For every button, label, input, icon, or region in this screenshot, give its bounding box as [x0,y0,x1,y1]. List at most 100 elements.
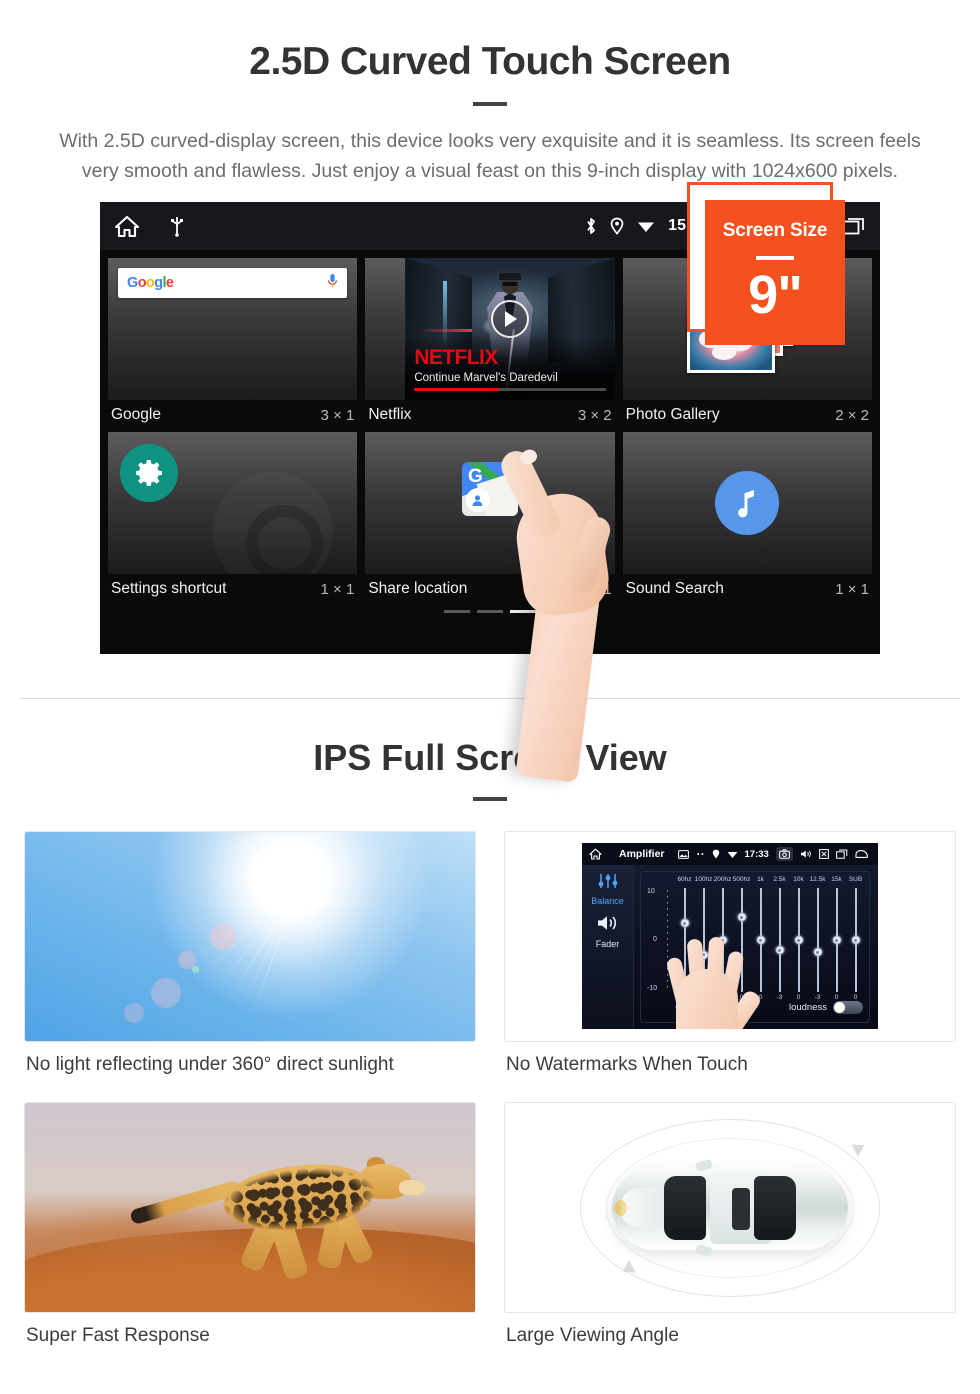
slider-knob[interactable] [832,935,841,945]
screen-size-badge: Screen Size 9" [687,182,845,345]
touching-hand-illustration [660,927,764,1029]
play-icon[interactable] [490,300,529,339]
neon-streak [417,329,473,332]
band-label: 500hz [732,876,751,883]
widget-label-row: Google 3 × 1 [108,400,357,432]
widget-google[interactable]: Google Google 3 × 1 [108,258,358,432]
car-headlight [615,1199,627,1216]
widget-size: 3 × 2 [577,406,612,424]
widget-label: Share location [368,580,468,597]
person-pin-icon [465,488,490,512]
widget-netflix[interactable]: NETFLIX Continue Marvel's Daredevil Netf… [365,258,615,432]
recents-icon[interactable] [842,216,866,236]
back-icon[interactable] [855,849,869,859]
gear-icon[interactable] [120,444,178,502]
home-icon[interactable] [589,848,602,860]
car-windshield [664,1175,706,1240]
card-caption: Large Viewing Angle [506,1325,679,1346]
running-cheetah-photo [24,1102,476,1313]
widget-label: Google [111,406,161,423]
band-slider[interactable] [808,888,827,992]
device-screenshot-wrapper: 15:06 [100,182,880,783]
microphone-icon[interactable] [327,273,338,294]
widget-share-location[interactable]: G Share location 1 × 1 [365,432,615,606]
car-sunroof [732,1187,750,1230]
netflix-widget[interactable]: NETFLIX Continue Marvel's Daredevil [365,258,615,400]
usb-icon[interactable] [170,215,184,237]
home-icon[interactable] [114,214,140,238]
band-slider[interactable] [770,888,789,992]
widget-size: 2 × 2 [835,406,869,424]
sidebar-label-fader: Fader [595,939,620,949]
band-label: 10k [793,876,804,883]
band-label: 60hz [677,876,692,883]
sidebar-item-fader[interactable]: Fader [582,914,633,949]
netflix-progress-bar [414,388,606,391]
widget-label: Netflix [368,406,412,423]
slider-knob[interactable] [813,947,822,957]
band-slider[interactable] [827,888,846,992]
sliders-icon [597,873,619,894]
scale-max: 10 [647,888,655,895]
netflix-subtitle: Continue Marvel's Daredevil [414,372,558,384]
widget-label: Settings shortcut [111,580,227,597]
bluetooth-icon [585,217,597,235]
google-maps-icon[interactable]: G [461,462,518,516]
page-title: 2.5D Curved Touch Screen [249,40,731,83]
card-caption: Super Fast Response [26,1325,210,1346]
band-slider[interactable] [846,888,865,992]
slider-track [816,888,819,992]
band-labels: 60hz 100hz 200hz 500hz 1k 2.5k 10k 12.5k 15k SUB [675,876,865,883]
title-underline [473,102,507,106]
slider-knob[interactable] [775,945,784,955]
widget-settings-shortcut[interactable]: Settings shortcut 1 × 1 [108,432,358,606]
feature-card-response: Super Fast Response [24,1102,476,1361]
section2-title: IPS Full Screen View [313,737,667,778]
slider-knob[interactable] [794,935,803,945]
widget-sound-search[interactable]: Sound Search 1 × 1 [622,432,872,606]
amplifier-title: Amplifier [619,848,665,860]
badge-value: 9" [748,265,803,325]
volume-icon[interactable] [800,849,812,859]
slider-knob[interactable] [737,912,746,922]
sidebar-item-balance[interactable]: Balance [582,873,633,906]
music-note-icon[interactable] [715,471,780,535]
band-label: SUB [848,876,863,883]
blue-sky-sun-photo [24,831,476,1042]
page-dot[interactable] [477,610,503,613]
widget-label-row: Photo Gallery 2 × 2 [623,400,872,432]
page-indicator[interactable] [108,610,872,613]
car-body [612,1158,848,1257]
band-slider[interactable] [751,888,770,992]
amplifier-status-bar: Amplifier 17:33 [582,843,878,865]
feature-card-watermarks: Amplifier 17:33 Balance Fader 60hz 100hz… [504,831,956,1090]
settings-shortcut-widget[interactable] [108,432,358,574]
wifi-icon [637,219,655,234]
band-slider[interactable] [789,888,808,992]
page-dot[interactable] [444,610,470,613]
car-scene [505,1103,955,1312]
gallery-icon[interactable] [677,849,689,859]
slider-knob[interactable] [756,935,765,945]
sound-search-widget[interactable] [622,432,872,574]
widget-size: 1 × 1 [835,580,869,598]
page-dot-active[interactable] [510,610,536,613]
loudness-toggle[interactable] [833,1000,863,1014]
amplifier-equalizer-screenshot: Amplifier 17:33 Balance Fader 60hz 100hz… [504,831,956,1042]
more-icon[interactable] [696,851,705,857]
close-x-icon[interactable] [818,849,829,859]
share-location-widget[interactable]: G [365,432,615,574]
widget-label: Photo Gallery [625,406,720,423]
loudness-control[interactable]: loudness [789,1000,863,1014]
recents-icon[interactable] [835,849,848,859]
amplifier-screen: Amplifier 17:33 Balance Fader 60hz 100hz… [582,843,878,1029]
google-search-box[interactable]: Google [118,268,348,298]
screenshot-camera-icon[interactable] [775,847,793,861]
wifi-icon [727,850,738,859]
scale-mid: 0 [653,935,657,943]
widget-label-row: Share location 1 × 1 [365,574,614,606]
band-label: 15k [831,876,842,883]
sun-glow [151,832,430,1025]
google-search-widget[interactable]: Google [108,258,358,400]
slider-knob[interactable] [851,935,860,945]
